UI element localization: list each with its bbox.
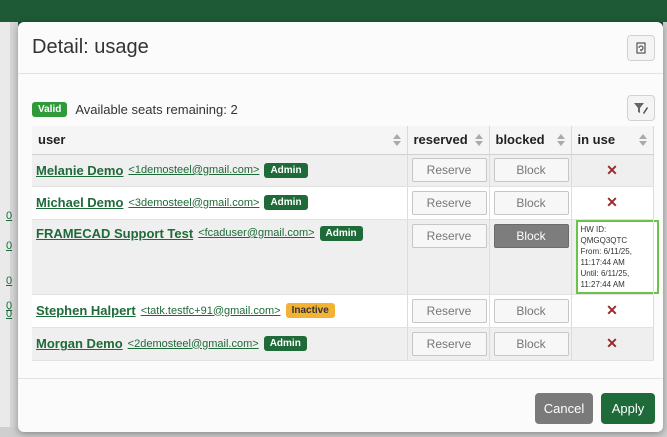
in-use-cell: ✕ (571, 154, 654, 187)
in-use-cell: ✕ (571, 186, 654, 220)
cancel-button[interactable]: Cancel (535, 393, 593, 424)
from-text: From: 6/11/25, (580, 246, 632, 256)
blocked-cell: Block (489, 327, 572, 361)
hw-id-text: HW ID: QMGQ3QTC (580, 224, 628, 245)
column-header-label: blocked (495, 132, 545, 148)
table-header-row: user reserved blocked in use (32, 126, 654, 155)
valid-badge: Valid (32, 101, 68, 117)
sort-icon (392, 134, 401, 146)
user-name-link[interactable]: Stephen Halpert (36, 303, 136, 318)
block-button[interactable]: Block (493, 298, 569, 323)
blocked-cell: Block (489, 154, 572, 187)
reserved-cell: Reserve (407, 327, 490, 361)
background-link[interactable]: 0 (6, 240, 16, 252)
not-in-use-x-icon: ✕ (606, 194, 618, 210)
column-header-label: in use (577, 132, 616, 148)
in-use-details: HW ID: QMGQ3QTC From: 6/11/25, 11:17:44 … (575, 219, 659, 294)
table-row: Stephen Halpert <tatk.testfc+91@gmail.co… (32, 294, 654, 328)
apply-button[interactable]: Apply (601, 393, 655, 424)
block-button[interactable]: Block (493, 223, 569, 248)
refresh-icon (636, 42, 646, 54)
user-name-link[interactable]: Melanie Demo (36, 163, 123, 178)
license-status: Valid Available seats remaining: 2 (32, 100, 238, 118)
until-time-text: 11:27:44 AM (580, 279, 625, 289)
background-link[interactable]: 0 (6, 275, 16, 287)
reserved-cell: Reserve (407, 294, 490, 328)
admin-badge: Admin (264, 162, 308, 178)
app-header-bar (0, 0, 667, 22)
background-page-right (663, 22, 667, 437)
blocked-cell: Block (489, 294, 572, 328)
user-cell: Melanie Demo <1demosteel@gmail.com> Admi… (32, 154, 408, 187)
block-button[interactable]: Block (493, 331, 569, 356)
usage-table: user reserved blocked in use Melanie Dem… (32, 126, 659, 361)
blocked-cell: Block (489, 219, 572, 295)
reserve-button[interactable]: Reserve (411, 298, 487, 323)
reserved-cell: Reserve (407, 186, 490, 220)
reserve-button[interactable]: Reserve (411, 223, 487, 248)
reserved-cell: Reserve (407, 219, 490, 295)
admin-badge: Admin (319, 225, 363, 241)
refresh-button[interactable] (627, 35, 655, 61)
table-row: FRAMECAD Support Test <fcaduser@gmail.co… (32, 219, 659, 295)
dialog-header: Detail: usage (18, 22, 663, 74)
column-header-label: user (38, 132, 66, 148)
dialog-title: Detail: usage (32, 36, 149, 58)
not-in-use-x-icon: ✕ (606, 161, 618, 178)
seats-remaining-text: Available seats remaining: 2 (75, 101, 238, 117)
in-use-cell: HW ID: QMGQ3QTC From: 6/11/25, 11:17:44 … (571, 219, 659, 295)
block-button[interactable]: Block (493, 158, 569, 182)
sort-icon (474, 134, 483, 146)
reserved-cell: Reserve (407, 154, 490, 187)
table-row: Michael Demo <3demosteel@gmail.com> Admi… (32, 186, 654, 220)
reserve-button[interactable]: Reserve (411, 158, 487, 182)
user-name-link[interactable]: Michael Demo (36, 195, 123, 210)
from-time-text: 11:17:44 AM (580, 257, 625, 267)
user-name-link[interactable]: Morgan Demo (36, 336, 123, 351)
user-cell: Morgan Demo <2demosteel@gmail.com> Admin (32, 327, 408, 361)
usage-detail-dialog: Detail: usage Valid Available seats rema… (18, 22, 663, 432)
in-use-cell: ✕ (571, 294, 654, 328)
in-use-cell: ✕ (571, 327, 654, 361)
filter-button[interactable] (627, 95, 655, 121)
table-row: Morgan Demo <2demosteel@gmail.com> Admin… (32, 327, 654, 361)
table-row: Melanie Demo <1demosteel@gmail.com> Admi… (32, 154, 654, 187)
dialog-footer: Cancel Apply (18, 378, 663, 432)
user-cell: Stephen Halpert <tatk.testfc+91@gmail.co… (32, 294, 408, 328)
admin-badge: Admin (263, 336, 307, 351)
column-header-in-use[interactable]: in use (571, 126, 654, 155)
block-button[interactable]: Block (493, 190, 569, 215)
background-strip (0, 22, 10, 437)
column-header-user[interactable]: user (32, 126, 408, 155)
column-header-blocked[interactable]: blocked (489, 126, 572, 155)
background-link[interactable]: 0 (6, 210, 16, 222)
until-text: Until: 6/11/25, (580, 268, 630, 278)
user-cell: FRAMECAD Support Test <fcaduser@gmail.co… (32, 219, 408, 295)
not-in-use-x-icon: ✕ (606, 335, 618, 351)
admin-badge: Admin (264, 195, 308, 210)
filter-edit-icon (634, 103, 648, 114)
user-email-link[interactable]: <fcaduser@gmail.com> (198, 227, 314, 239)
column-header-label: reserved (413, 132, 468, 148)
reserve-button[interactable]: Reserve (411, 331, 487, 356)
sort-icon (556, 134, 565, 146)
user-email-link[interactable]: <2demosteel@gmail.com> (128, 338, 259, 350)
user-name-link[interactable]: FRAMECAD Support Test (36, 226, 193, 241)
column-header-reserved[interactable]: reserved (407, 126, 490, 155)
user-email-link[interactable]: <3demosteel@gmail.com> (128, 197, 259, 209)
not-in-use-x-icon: ✕ (606, 302, 618, 318)
inactive-badge: Inactive (285, 303, 335, 318)
user-email-link[interactable]: <1demosteel@gmail.com> (128, 164, 259, 176)
sort-icon (638, 134, 647, 146)
user-email-link[interactable]: <tatk.testfc+91@gmail.com> (141, 305, 281, 317)
blocked-cell: Block (489, 186, 572, 220)
reserve-button[interactable]: Reserve (411, 190, 487, 215)
user-cell: Michael Demo <3demosteel@gmail.com> Admi… (32, 186, 408, 220)
background-link[interactable]: 0 (6, 308, 16, 320)
